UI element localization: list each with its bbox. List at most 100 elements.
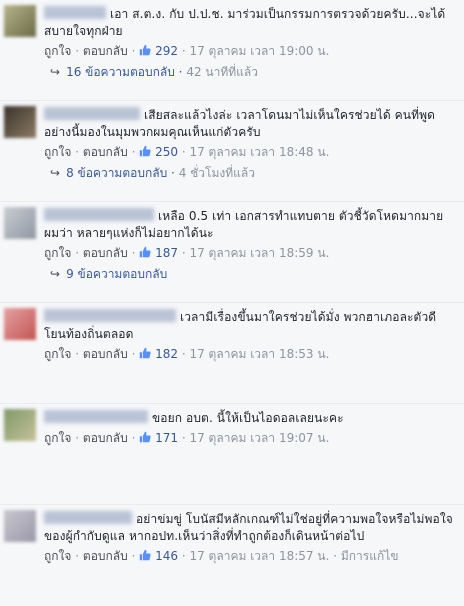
replies-row: ↪ 9 ข้อความตอบกลับ	[44, 265, 458, 283]
timestamp-date[interactable]: 17 ตุลาคม	[189, 44, 246, 58]
timestamp[interactable]: 17 ตุลาคม เวลา 19:07 น.	[189, 431, 329, 445]
timestamp[interactable]: 17 ตุลาคม เวลา 18:57 น.	[189, 549, 329, 563]
separator: ·	[181, 549, 186, 563]
timestamp-at[interactable]: เวลา	[250, 549, 275, 563]
like-count[interactable]: 187	[155, 246, 178, 260]
commenter-name-blurred[interactable]	[44, 511, 132, 524]
separator: ·	[178, 65, 183, 79]
timestamp-at[interactable]: เวลา	[250, 246, 275, 260]
separator: ·	[171, 166, 175, 180]
avatar[interactable]	[4, 510, 36, 542]
reply-link[interactable]: ตอบกลับ	[83, 44, 128, 58]
timestamp-at[interactable]: เวลา	[250, 145, 275, 159]
view-replies-link[interactable]: 8 ข้อความตอบกลับ	[66, 166, 167, 180]
separator: ·	[131, 347, 136, 361]
timestamp-at[interactable]: เวลา	[250, 44, 275, 58]
like-count[interactable]: 182	[155, 347, 178, 361]
thumbs-up-icon	[139, 245, 151, 258]
avatar[interactable]	[4, 308, 36, 340]
edited-label[interactable]: มีการแก้ไข	[341, 549, 399, 563]
timestamp-time[interactable]: 18:59 น.	[279, 246, 329, 260]
timestamp-time[interactable]: 18:48 น.	[279, 145, 329, 159]
separator: ·	[75, 44, 80, 58]
like-link[interactable]: ถูกใจ	[44, 431, 71, 445]
reply-link[interactable]: ตอบกลับ	[83, 246, 128, 260]
comment: อย่าข่มขู่ โบนัสมีหลักเกณฑ์ไม่ใช่อยู่ที่…	[0, 505, 464, 606]
reply-arrow-icon: ↪	[50, 267, 61, 281]
separator: ·	[75, 145, 80, 159]
comment-body: เหลือ 0.5 เท่า เอกสารทำแทบตาย ตัวชี้วัดโ…	[44, 208, 458, 283]
reply-link[interactable]: ตอบกลับ	[83, 145, 128, 159]
comment-actions: ถูกใจ · ตอบกลับ · 250 · 17 ตุลาคม เวลา 1…	[44, 143, 458, 161]
commenter-name-blurred[interactable]	[44, 107, 140, 120]
timestamp-time[interactable]: 18:53 น.	[279, 347, 329, 361]
comment: เหลือ 0.5 เท่า เอกสารทำแทบตาย ตัวชี้วัดโ…	[0, 202, 464, 303]
like-count[interactable]: 146	[155, 549, 178, 563]
comment-actions: ถูกใจ · ตอบกลับ · 187 · 17 ตุลาคม เวลา 1…	[44, 244, 458, 262]
like-link[interactable]: ถูกใจ	[44, 145, 71, 159]
reply-arrow-icon: ↪	[50, 65, 61, 79]
like-link[interactable]: ถูกใจ	[44, 347, 71, 361]
separator: ·	[75, 347, 80, 361]
timestamp-date[interactable]: 17 ตุลาคม	[189, 347, 246, 361]
like-link[interactable]: ถูกใจ	[44, 44, 71, 58]
reply-link[interactable]: ตอบกลับ	[83, 431, 128, 445]
view-replies-link[interactable]: 9 ข้อความตอบกลับ	[66, 267, 167, 281]
commenter-name-blurred[interactable]	[44, 6, 106, 19]
avatar[interactable]	[4, 409, 36, 441]
thumbs-up-icon	[139, 430, 151, 443]
comment: เวลามีเรื่องขึ้นมาใครช่วยได้มั่ง พวกฮาเภ…	[0, 303, 464, 404]
reply-arrow-icon: ↪	[50, 166, 61, 180]
separator: ·	[181, 145, 186, 159]
comment-body: เวลามีเรื่องขึ้นมาใครช่วยได้มั่ง พวกฮาเภ…	[44, 309, 458, 363]
timestamp-date[interactable]: 17 ตุลาคม	[189, 431, 246, 445]
like-count[interactable]: 292	[155, 44, 178, 58]
comment-body: อย่าข่มขู่ โบนัสมีหลักเกณฑ์ไม่ใช่อยู่ที่…	[44, 511, 458, 565]
like-count[interactable]: 250	[155, 145, 178, 159]
like-count[interactable]: 171	[155, 431, 178, 445]
timestamp-time[interactable]: 18:57 น.	[279, 549, 329, 563]
separator: ·	[181, 431, 186, 445]
view-replies-link[interactable]: 16 ข้อความตอบกลับ	[66, 65, 175, 79]
like-link[interactable]: ถูกใจ	[44, 246, 71, 260]
separator: ·	[333, 549, 338, 563]
timestamp[interactable]: 17 ตุลาคม เวลา 19:00 น.	[189, 44, 329, 58]
comments-list: เอา ส.ต.ง. กับ ป.ป.ช. มาร่วมเป็นกรรมการต…	[0, 0, 464, 606]
comment-body: ขอยก อบต. นี้ให้เป็นไอดอลเลยนะคะ ถูกใจ ·…	[44, 410, 458, 447]
separator: ·	[181, 44, 186, 58]
comment-text: เสียสละแล้วไงล่ะ เวลาโดนมาไม่เห็นใครช่วย…	[44, 107, 458, 141]
separator: ·	[131, 145, 136, 159]
timestamp[interactable]: 17 ตุลาคม เวลา 18:53 น.	[189, 347, 329, 361]
like-link[interactable]: ถูกใจ	[44, 549, 71, 563]
timestamp-date[interactable]: 17 ตุลาคม	[189, 549, 246, 563]
comment-text: เหลือ 0.5 เท่า เอกสารทำแทบตาย ตัวชี้วัดโ…	[44, 208, 458, 242]
comment-actions: ถูกใจ · ตอบกลับ · 292 · 17 ตุลาคม เวลา 1…	[44, 42, 458, 60]
separator: ·	[181, 347, 186, 361]
commenter-name-blurred[interactable]	[44, 410, 148, 423]
timestamp[interactable]: 17 ตุลาคม เวลา 18:48 น.	[189, 145, 329, 159]
comment-actions: ถูกใจ · ตอบกลับ · 171 · 17 ตุลาคม เวลา 1…	[44, 429, 458, 447]
separator: ·	[75, 549, 80, 563]
avatar[interactable]	[4, 207, 36, 239]
avatar[interactable]	[4, 5, 36, 37]
comment-message: ขอยก อบต. นี้ให้เป็นไอดอลเลยนะคะ	[152, 411, 344, 425]
comment-actions: ถูกใจ · ตอบกลับ · 146 · 17 ตุลาคม เวลา 1…	[44, 547, 458, 565]
avatar[interactable]	[4, 106, 36, 138]
reply-link[interactable]: ตอบกลับ	[83, 549, 128, 563]
separator: ·	[131, 549, 136, 563]
reply-link[interactable]: ตอบกลับ	[83, 347, 128, 361]
timestamp-time[interactable]: 19:00 น.	[279, 44, 329, 58]
separator: ·	[131, 44, 136, 58]
comment-text: เวลามีเรื่องขึ้นมาใครช่วยได้มั่ง พวกฮาเภ…	[44, 309, 458, 343]
timestamp-date[interactable]: 17 ตุลาคม	[189, 246, 246, 260]
timestamp[interactable]: 17 ตุลาคม เวลา 18:59 น.	[189, 246, 329, 260]
timestamp-time[interactable]: 19:07 น.	[279, 431, 329, 445]
timestamp-at[interactable]: เวลา	[250, 347, 275, 361]
commenter-name-blurred[interactable]	[44, 309, 176, 322]
timestamp-at[interactable]: เวลา	[250, 431, 275, 445]
comment-actions: ถูกใจ · ตอบกลับ · 182 · 17 ตุลาคม เวลา 1…	[44, 345, 458, 363]
separator: ·	[75, 246, 80, 260]
timestamp-date[interactable]: 17 ตุลาคม	[189, 145, 246, 159]
thumbs-up-icon	[139, 144, 151, 157]
commenter-name-blurred[interactable]	[44, 208, 154, 221]
